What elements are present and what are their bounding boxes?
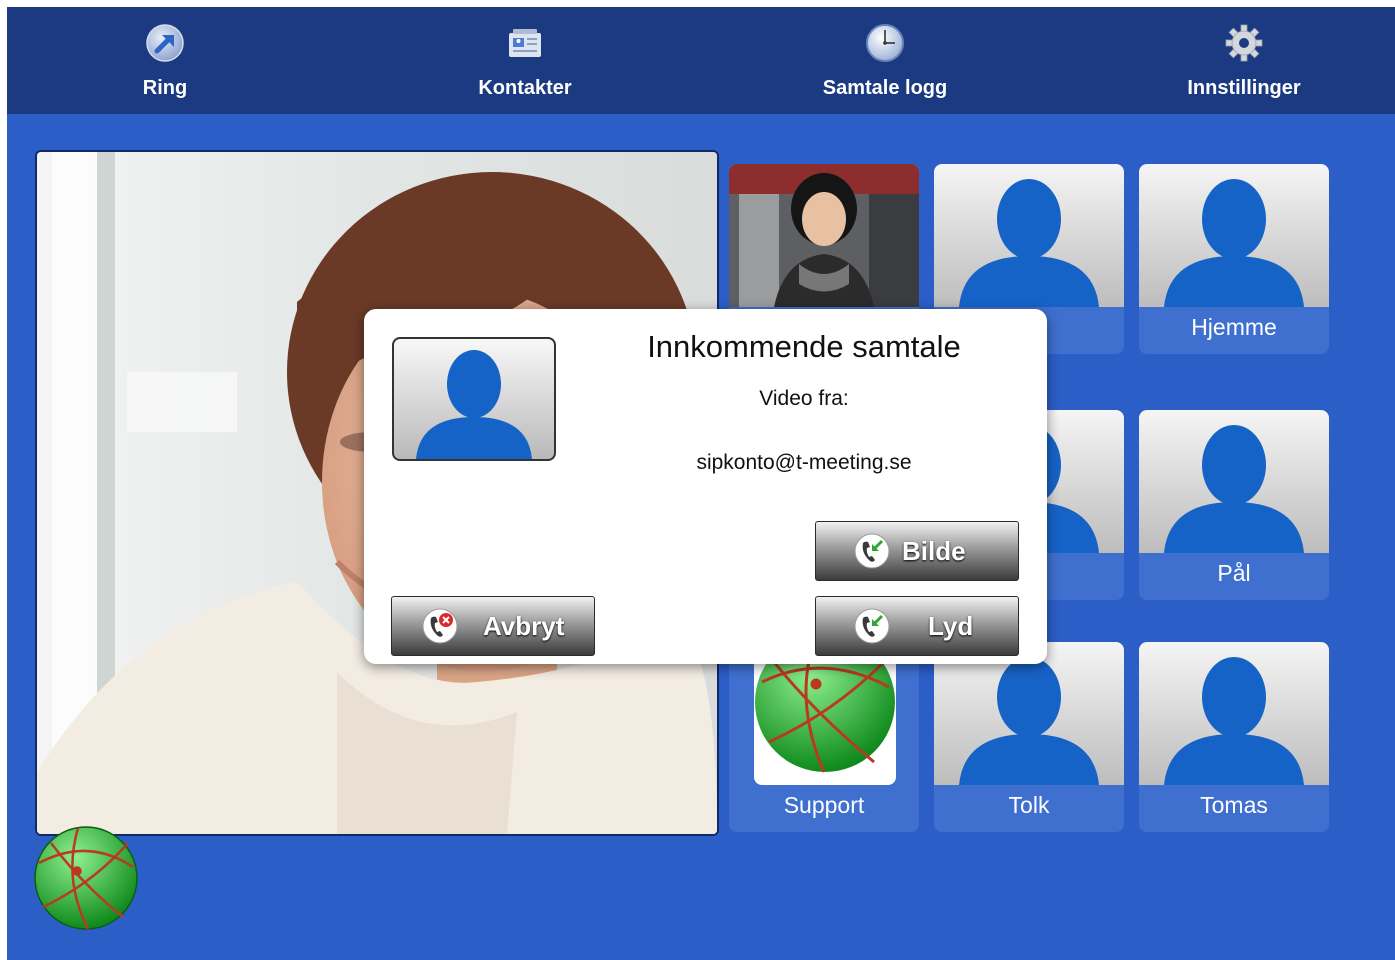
contact-avatar: [1139, 410, 1329, 553]
nav-settings-label: Innstillinger: [1187, 77, 1301, 99]
contact-avatar: [934, 164, 1124, 307]
nav-settings[interactable]: Innstillinger: [1154, 7, 1334, 114]
contact-photo-image: [729, 164, 919, 307]
caller-address: sipkonto@t-meeting.se: [696, 451, 912, 474]
nav-ring-label: Ring: [142, 77, 188, 99]
phone-accept-icon: [854, 608, 890, 644]
nav-contacts[interactable]: Kontakter: [435, 7, 615, 114]
incoming-call-dialog: Innkommende samtale Video fra: sipkonto@…: [364, 309, 1047, 664]
contact-label: Tolk: [1008, 792, 1050, 818]
person-silhouette-icon: [959, 179, 1099, 307]
answer-audio-label: Lyd: [928, 611, 974, 641]
nav-call-log[interactable]: Samtale logg: [795, 7, 975, 114]
contact-label: Hjemme: [1191, 314, 1277, 340]
app-window: Ring Kontakter Samtale logg Innstillinge…: [7, 7, 1395, 960]
call-arrow-icon: [146, 24, 184, 62]
phone-decline-icon: [422, 608, 458, 644]
gear-icon: [1225, 24, 1263, 62]
contact-tile-hjemme[interactable]: Hjemme: [1139, 164, 1329, 354]
answer-picture-button[interactable]: Bilde: [815, 521, 1019, 581]
contact-avatar: [1139, 642, 1329, 785]
clock-icon: [866, 24, 904, 62]
decline-call-label: Avbryt: [483, 611, 565, 641]
person-silhouette-icon: [1164, 425, 1304, 553]
contact-tile-tomas[interactable]: Tomas: [1139, 642, 1329, 832]
globe-icon[interactable]: [33, 825, 139, 931]
nav-ring[interactable]: Ring: [75, 7, 255, 114]
caller-avatar: [392, 337, 556, 461]
contact-label: Support: [783, 792, 865, 818]
contact-tile-pal[interactable]: Pål: [1139, 410, 1329, 600]
phone-accept-icon: [854, 533, 890, 569]
decline-call-button[interactable]: Avbryt: [391, 596, 595, 656]
contact-tile-tolk[interactable]: Tolk: [934, 642, 1124, 832]
contact-avatar: [1139, 164, 1329, 307]
answer-picture-label: Bilde: [902, 536, 966, 566]
person-silhouette-icon: [1164, 179, 1304, 307]
nav-call-log-label: Samtale logg: [822, 77, 948, 99]
person-silhouette-icon: [416, 350, 532, 459]
contact-label: Pål: [1217, 560, 1251, 586]
address-card-icon: [509, 29, 541, 57]
contact-tile-support[interactable]: Support: [729, 642, 919, 832]
nav-contacts-label: Kontakter: [478, 77, 572, 99]
contact-label: Tomas: [1200, 792, 1268, 818]
dialog-subtitle: Video fra:: [759, 387, 849, 410]
top-navigation-bar: Ring Kontakter Samtale logg Innstillinge…: [7, 7, 1395, 114]
person-silhouette-icon: [1164, 657, 1304, 785]
answer-audio-button[interactable]: Lyd: [815, 596, 1019, 656]
dialog-title: Innkommende samtale: [647, 329, 961, 364]
contact-photo: [729, 164, 919, 307]
